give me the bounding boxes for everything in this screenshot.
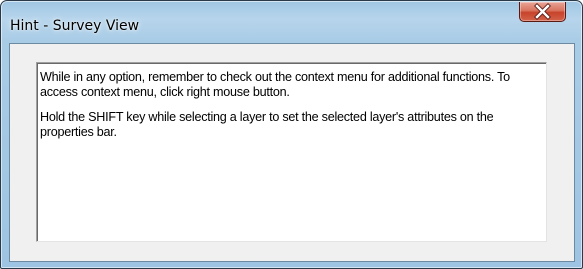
hint-text: While in any option, remember to check o… xyxy=(40,70,540,150)
hint-dialog-window: Hint - Survey View While in any option, … xyxy=(0,0,583,269)
dialog-client-area: While in any option, remember to check o… xyxy=(9,43,575,262)
hint-paragraph-shift-key: Hold the SHIFT key while selecting a lay… xyxy=(40,110,494,139)
hint-text-box[interactable]: While in any option, remember to check o… xyxy=(36,62,547,242)
window-title: Hint - Survey View xyxy=(10,18,140,34)
close-icon xyxy=(534,3,551,20)
close-button[interactable] xyxy=(519,2,566,22)
hint-paragraph-context-menu: While in any option, remember to check o… xyxy=(40,70,510,99)
titlebar[interactable]: Hint - Survey View xyxy=(1,1,582,43)
